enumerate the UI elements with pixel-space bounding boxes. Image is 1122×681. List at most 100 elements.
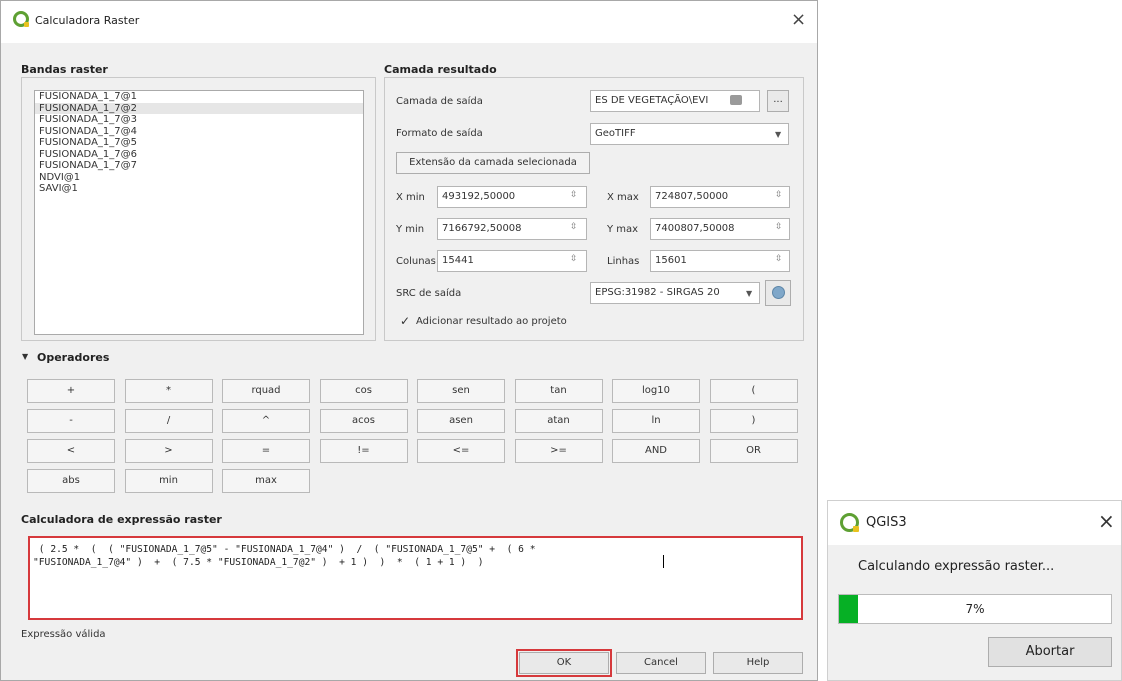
xmax-spin-icon[interactable]: ⇳ <box>775 190 783 200</box>
operator-button[interactable]: > <box>124 439 213 463</box>
result-frame: Camada de saída ES DE VEGETAÇÃO\EVI ... … <box>384 77 804 341</box>
qgis-logo-icon <box>13 11 29 27</box>
band-list-item[interactable]: FUSIONADA_1_7@4 <box>35 126 363 138</box>
columns-spin-icon[interactable]: ⇳ <box>570 254 578 264</box>
close-icon[interactable]: × <box>1098 511 1115 531</box>
columns-value: 15441 <box>442 255 474 266</box>
band-list-item[interactable]: FUSIONADA_1_7@5 <box>35 137 363 149</box>
progress-title-bar: QGIS3 × <box>828 501 1121 545</box>
rows-field[interactable]: 15601 <box>650 250 790 272</box>
crs-chevron-down-icon: ▼ <box>746 289 753 298</box>
xmax-field[interactable]: 724807,50000 <box>650 186 790 208</box>
band-list-item[interactable]: SAVI@1 <box>35 183 363 195</box>
expression-section-title: Calculadora de expressão raster <box>21 513 222 526</box>
clear-icon[interactable] <box>730 95 742 105</box>
band-list-item[interactable]: FUSIONADA_1_7@7 <box>35 160 363 172</box>
operator-button[interactable]: / <box>124 409 213 433</box>
operator-button[interactable]: = <box>222 439 310 463</box>
browse-button[interactable]: ... <box>767 90 789 112</box>
operator-button[interactable]: cos <box>319 379 408 403</box>
xmax-value: 724807,50000 <box>655 191 729 202</box>
rows-spin-icon[interactable]: ⇳ <box>775 254 783 264</box>
expression-status: Expressão válida <box>21 629 106 640</box>
operators-section-title: Operadores <box>37 351 110 364</box>
ymin-spin-icon[interactable]: ⇳ <box>570 222 578 232</box>
operator-button[interactable]: + <box>27 379 115 403</box>
xmin-value: 493192,50000 <box>442 191 516 202</box>
operator-button[interactable]: rquad <box>222 379 310 403</box>
band-list-item[interactable]: FUSIONADA_1_7@3 <box>35 114 363 126</box>
progress-dialog-title: QGIS3 <box>866 515 907 530</box>
xmin-spin-icon[interactable]: ⇳ <box>570 190 578 200</box>
title-bar: Calculadora Raster × <box>1 1 817 43</box>
expression-editor[interactable]: ( 2.5 * ( ( "FUSIONADA_1_7@5" - "FUSIONA… <box>28 536 803 620</box>
columns-field[interactable]: 15441 <box>437 250 587 272</box>
ymax-spin-icon[interactable]: ⇳ <box>775 222 783 232</box>
ymin-field[interactable]: 7166792,50008 <box>437 218 587 240</box>
text-cursor <box>663 555 664 568</box>
result-section-title: Camada resultado <box>384 63 497 76</box>
operator-button[interactable]: AND <box>612 439 700 463</box>
close-icon[interactable]: × <box>791 11 806 29</box>
bands-list[interactable]: FUSIONADA_1_7@1 FUSIONADA_1_7@2 FUSIONADA_… <box>34 90 364 335</box>
ymax-label: Y max <box>607 224 639 235</box>
band-list-item[interactable]: FUSIONADA_1_7@2 <box>35 102 363 114</box>
operator-button[interactable]: tan <box>514 379 603 403</box>
crs-dropdown[interactable]: EPSG:31982 - SIRGAS 20 <box>590 282 760 304</box>
crs-label: SRC de saída <box>396 288 462 299</box>
expression-line-2: "FUSIONADA_1_7@4" ) + ( 7.5 * "FUSIONADA… <box>33 557 484 568</box>
operator-button[interactable]: OR <box>709 439 798 463</box>
operator-button[interactable]: min <box>124 469 213 493</box>
operator-button[interactable]: < <box>27 439 115 463</box>
operator-button[interactable]: acos <box>319 409 408 433</box>
bands-frame: FUSIONADA_1_7@1 FUSIONADA_1_7@2 FUSIONADA_… <box>21 77 376 341</box>
output-layer-value: ES DE VEGETAÇÃO\EVI <box>595 95 709 106</box>
collapse-triangle-icon[interactable]: ▼ <box>22 352 28 361</box>
operator-button[interactable]: != <box>319 439 408 463</box>
ok-button[interactable]: OK <box>519 652 609 674</box>
rows-value: 15601 <box>655 255 687 266</box>
operator-button[interactable]: ^ <box>222 409 310 433</box>
bands-section-title: Bandas raster <box>21 63 108 76</box>
progress-message: Calculando expressão raster... <box>858 559 1055 574</box>
operator-button[interactable]: sen <box>417 379 505 403</box>
xmin-field[interactable]: 493192,50000 <box>437 186 587 208</box>
operator-button[interactable]: ln <box>612 409 700 433</box>
dialog-title: Calculadora Raster <box>35 14 140 27</box>
operator-button[interactable]: abs <box>27 469 115 493</box>
ymax-field[interactable]: 7400807,50008 <box>650 218 790 240</box>
qgis-logo-icon <box>840 513 859 532</box>
format-chevron-down-icon: ▼ <box>775 130 782 139</box>
progress-text: 7% <box>965 602 985 616</box>
cancel-button[interactable]: Cancel <box>616 652 706 674</box>
add-result-checkbox[interactable]: ✓ <box>400 314 410 328</box>
band-list-item[interactable]: FUSIONADA_1_7@1 <box>35 91 363 103</box>
output-layer-label: Camada de saída <box>396 96 483 107</box>
format-dropdown[interactable]: GeoTIFF <box>590 123 789 145</box>
operator-button[interactable]: asen <box>417 409 505 433</box>
operator-button[interactable]: ( <box>709 379 798 403</box>
operator-button[interactable]: ) <box>709 409 798 433</box>
operator-button[interactable]: >= <box>514 439 603 463</box>
help-button[interactable]: Help <box>713 652 803 674</box>
ymax-value: 7400807,50008 <box>655 223 735 234</box>
ymin-label: Y min <box>396 224 425 235</box>
raster-calculator-dialog: Calculadora Raster × Bandas raster FUSIO… <box>0 0 818 681</box>
operator-button[interactable]: <= <box>417 439 505 463</box>
abort-button[interactable]: Abortar <box>988 637 1112 667</box>
ymin-value: 7166792,50008 <box>442 223 522 234</box>
band-list-item[interactable]: NDVI@1 <box>35 172 363 184</box>
crs-selector-button[interactable] <box>765 280 791 306</box>
xmin-label: X min <box>396 192 425 203</box>
operator-button[interactable]: atan <box>514 409 603 433</box>
operator-button[interactable]: log10 <box>612 379 700 403</box>
xmax-label: X max <box>607 192 639 203</box>
band-list-item[interactable]: FUSIONADA_1_7@6 <box>35 149 363 161</box>
operator-button[interactable]: max <box>222 469 310 493</box>
operator-button[interactable]: * <box>124 379 213 403</box>
operators-grid: + * rquad cos sen tan log10 ( - / ^ acos asen atan ln)… <box>21 371 811 499</box>
globe-icon <box>772 286 785 299</box>
extent-from-layer-button[interactable]: Extensão da camada selecionada <box>396 152 590 174</box>
operator-button[interactable]: - <box>27 409 115 433</box>
crs-value: EPSG:31982 - SIRGAS 20 <box>595 287 720 298</box>
